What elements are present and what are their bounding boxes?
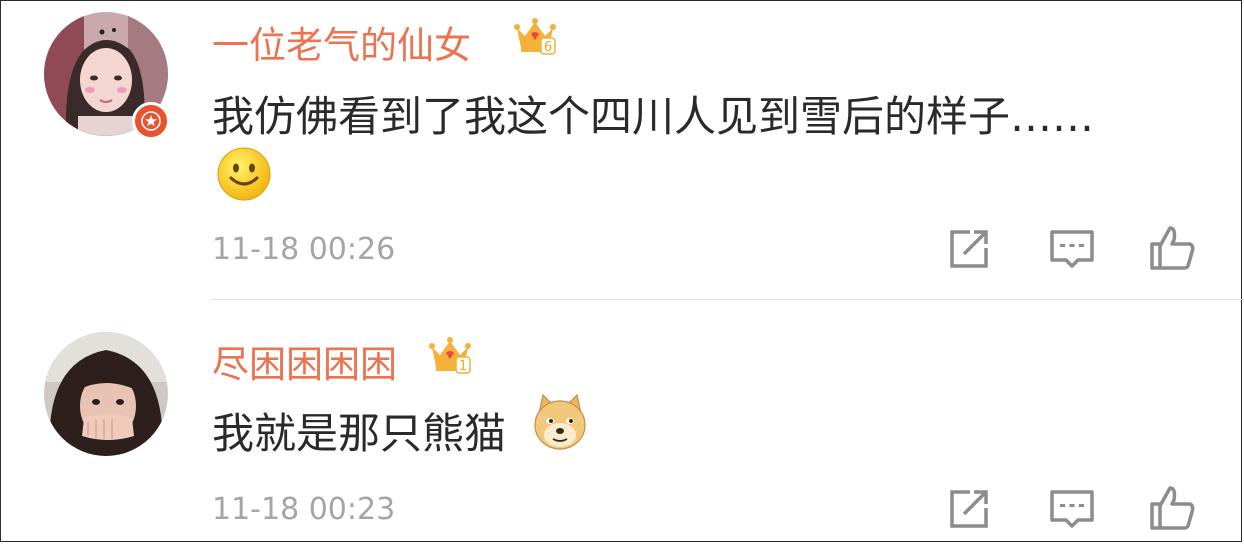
comment-icon xyxy=(1050,230,1094,268)
comment-item: 尽困困困困 1 我就是那只熊猫 11-18 00:23 xyxy=(0,300,1244,544)
comment-button[interactable] xyxy=(1048,224,1096,272)
username[interactable]: 一位老气的仙女 xyxy=(212,15,471,69)
share-icon xyxy=(950,490,988,528)
comment-button[interactable] xyxy=(1048,484,1096,532)
verified-badge xyxy=(132,102,170,140)
timestamp: 11-18 00:23 xyxy=(212,492,396,527)
like-icon xyxy=(1150,486,1195,530)
share-button[interactable] xyxy=(946,224,994,272)
star-icon xyxy=(141,111,161,131)
crown-level: 1 xyxy=(459,359,467,374)
comment-icon xyxy=(1050,490,1094,528)
crown-icon: 6 xyxy=(513,14,557,58)
crown-level: 6 xyxy=(544,40,552,55)
comment-item: 一位老气的仙女 6 我仿佛看到了我这个四川人见到雪后的样子…… 11-18 00… xyxy=(0,0,1244,300)
like-button[interactable] xyxy=(1148,224,1196,272)
username[interactable]: 尽困困困困 xyxy=(212,334,397,388)
like-button[interactable] xyxy=(1148,484,1196,532)
like-icon xyxy=(1150,226,1195,270)
share-icon xyxy=(950,230,988,268)
timestamp: 11-18 00:26 xyxy=(212,232,396,267)
avatar[interactable] xyxy=(44,332,168,456)
comment-text: 我就是那只熊猫 xyxy=(212,409,507,458)
comment-text: 我仿佛看到了我这个四川人见到雪后的样子…… xyxy=(212,92,1095,141)
doge-emoji xyxy=(533,393,587,455)
share-button[interactable] xyxy=(946,484,994,532)
crown-icon: 1 xyxy=(428,333,472,377)
smile-emoji xyxy=(216,146,272,206)
